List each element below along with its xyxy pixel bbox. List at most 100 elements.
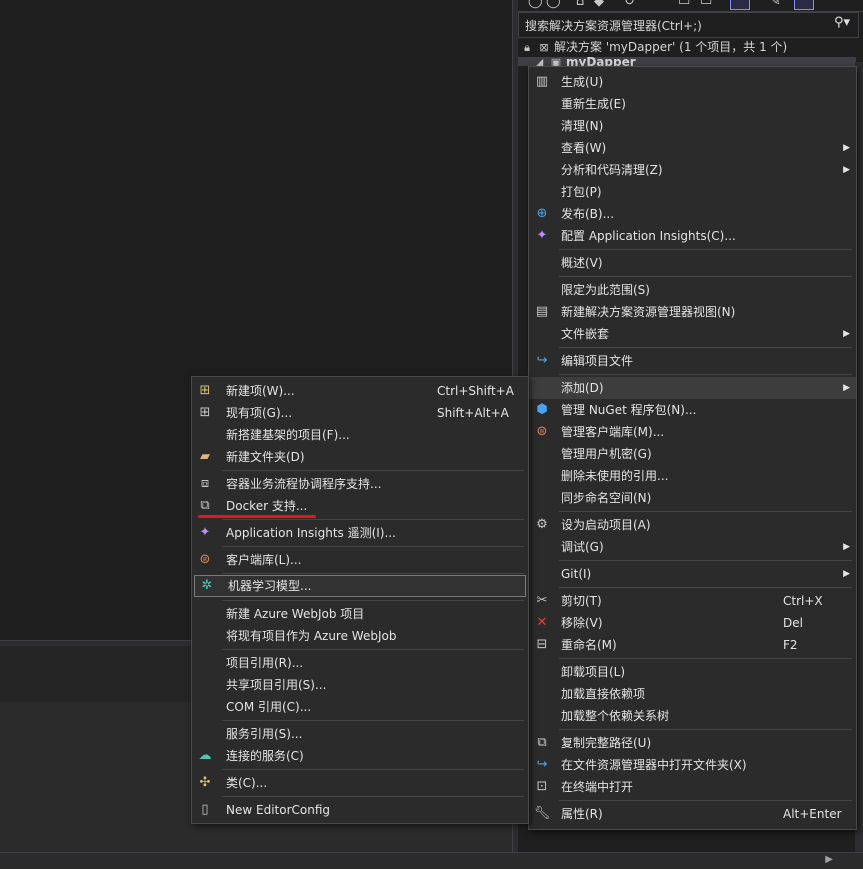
- menu-item-copy-path[interactable]: ⧉ 复制完整路径(U): [529, 732, 856, 754]
- menu-item-project-reference[interactable]: 项目引用(R)...: [192, 652, 528, 674]
- client-library-icon: ⊜: [536, 424, 548, 439]
- search-placeholder: 搜索解决方案资源管理器(Ctrl+;): [525, 19, 702, 33]
- menu-item-new-azure-webjob[interactable]: 新建 Azure WebJob 项目: [192, 603, 528, 625]
- forward-icon[interactable]: ◯: [546, 0, 561, 9]
- menu-item-manage-nuget[interactable]: ⬢ 管理 NuGet 程序包(N)...: [529, 399, 856, 421]
- menu-item-load-dep-tree[interactable]: 加载整个依赖关系树: [529, 705, 856, 727]
- menu-item-load-direct-deps[interactable]: 加载直接依赖项: [529, 683, 856, 705]
- menu-item-shared-project-reference[interactable]: 共享项目引用(S)...: [192, 674, 528, 696]
- new-item-icon: ⊞: [199, 383, 211, 398]
- project-context-menu: ▥ 生成(U) 重新生成(E) 清理(N) 查看(W) ▶ 分析和代码清理(Z) ▶ …: [528, 66, 857, 830]
- tree-item-project[interactable]: ◢ ▣ myDapper: [518, 57, 856, 66]
- scroll-right-arrow-icon[interactable]: ▶: [825, 854, 833, 865]
- properties-icon[interactable]: ✎: [770, 0, 781, 9]
- menu-item-app-insights-telemetry[interactable]: ✦ Application Insights 遥测(I)...: [192, 522, 528, 544]
- horizontal-scrollbar[interactable]: ▶: [0, 852, 863, 869]
- menu-item-existing-item[interactable]: ⊞ 现有项(G)... Shift+Alt+A: [192, 402, 528, 424]
- menu-item-container-orchestration[interactable]: ⧈ 容器业务流程协调程序支持...: [192, 473, 528, 495]
- menu-item-debug[interactable]: 调试(G) ▶: [529, 536, 856, 558]
- gear-icon: ⚙: [536, 517, 548, 532]
- home-icon[interactable]: ⌂: [576, 0, 584, 9]
- docker-icon: ⧉: [200, 498, 210, 513]
- terminal-icon: ⊡: [536, 779, 548, 794]
- sync-view-icon[interactable]: [730, 0, 750, 10]
- menu-item-open-in-explorer[interactable]: ↪ 在文件资源管理器中打开文件夹(X): [529, 754, 856, 776]
- show-files-icon[interactable]: ▭: [700, 0, 712, 9]
- menu-item-properties[interactable]: 🔧︎ 属性(R) Alt+Enter: [529, 803, 856, 825]
- menu-item-set-startup[interactable]: ⚙ 设为启动项目(A): [529, 514, 856, 536]
- menu-item-scope[interactable]: 限定为此范围(S): [529, 279, 856, 301]
- menu-separator: [559, 374, 852, 375]
- menu-separator: [559, 560, 852, 561]
- expand-arrow-icon[interactable]: ◢: [532, 57, 546, 66]
- menu-separator: [222, 470, 524, 471]
- menu-separator: [222, 600, 524, 601]
- menu-item-view[interactable]: 查看(W) ▶: [529, 137, 856, 159]
- menu-separator: [222, 720, 524, 721]
- menu-item-unload-project[interactable]: 卸载项目(L): [529, 661, 856, 683]
- menu-item-cut[interactable]: ✂ 剪切(T) Ctrl+X: [529, 590, 856, 612]
- menu-item-manage-client-libs[interactable]: ⊜ 管理客户端库(M)...: [529, 421, 856, 443]
- menu-item-open-in-terminal[interactable]: ⊡ 在终端中打开: [529, 776, 856, 798]
- submenu-arrow-icon: ▶: [843, 329, 850, 339]
- solution-explorer-toolbar: ◯ ◯ ⌂ ◆ ↻ ▭ ▭ ✎: [518, 0, 863, 12]
- refresh-icon[interactable]: ↻: [624, 0, 635, 9]
- menu-item-new-view[interactable]: ▤ 新建解决方案资源管理器视图(N): [529, 301, 856, 323]
- menu-item-user-secrets[interactable]: 管理用户机密(G): [529, 443, 856, 465]
- menu-item-analyze[interactable]: 分析和代码清理(Z) ▶: [529, 159, 856, 181]
- tree-item-solution[interactable]: 🔒︎ ⊠ 解决方案 'myDapper' (1 个项目，共 1 个): [518, 37, 856, 57]
- vs-icon[interactable]: ◆: [594, 0, 604, 9]
- menu-item-rename[interactable]: ⊟ 重命名(M) F2: [529, 634, 856, 656]
- menu-item-add[interactable]: 添加(D) ▶: [529, 377, 856, 399]
- menu-item-remove[interactable]: ✕ 移除(V) Del: [529, 612, 856, 634]
- menu-separator: [222, 769, 524, 770]
- menu-item-new-item[interactable]: ⊞ 新建项(W)... Ctrl+Shift+A: [192, 380, 528, 402]
- menu-item-file-nesting[interactable]: 文件嵌套 ▶: [529, 323, 856, 345]
- menu-item-pack[interactable]: 打包(P): [529, 181, 856, 203]
- menu-separator: [222, 649, 524, 650]
- menu-separator: [559, 347, 852, 348]
- search-icon[interactable]: ⚲▾: [834, 15, 850, 30]
- menu-item-client-library[interactable]: ⊜ 客户端库(L)...: [192, 549, 528, 571]
- redo-arrow-icon: ↪: [536, 353, 548, 368]
- menu-separator: [559, 511, 852, 512]
- menu-item-new-editorconfig[interactable]: ▯ New EditorConfig: [192, 799, 528, 821]
- project-label: myDapper: [566, 57, 636, 66]
- menu-item-publish[interactable]: ⊕ 发布(B)...: [529, 203, 856, 225]
- menu-item-sync-namespaces[interactable]: 同步命名空间(N): [529, 487, 856, 509]
- submenu-arrow-icon: ▶: [843, 542, 850, 552]
- class-icon: ✣: [199, 775, 211, 790]
- new-folder-icon: ▰: [200, 449, 210, 464]
- menu-item-overview[interactable]: 概述(V): [529, 252, 856, 274]
- menu-item-git[interactable]: Git(I) ▶: [529, 563, 856, 585]
- menu-item-rebuild[interactable]: 重新生成(E): [529, 93, 856, 115]
- submenu-arrow-icon: ▶: [843, 383, 850, 393]
- menu-item-ml-model[interactable]: ✲ 机器学习模型...: [194, 575, 526, 597]
- menu-separator: [559, 276, 852, 277]
- preview-icon[interactable]: [794, 0, 814, 10]
- menu-item-docker-support[interactable]: ⧉ Docker 支持...: [192, 495, 528, 517]
- menu-separator: [222, 519, 524, 520]
- wrench-icon: 🔧︎: [533, 806, 551, 821]
- menu-item-class[interactable]: ✣ 类(C)...: [192, 772, 528, 794]
- menu-item-connected-service[interactable]: ☁ 连接的服务(C): [192, 745, 528, 767]
- menu-separator: [222, 546, 524, 547]
- menu-item-existing-as-webjob[interactable]: 将现有项目作为 Azure WebJob: [192, 625, 528, 647]
- menu-item-remove-unused-refs[interactable]: 删除未使用的引用...: [529, 465, 856, 487]
- back-icon[interactable]: ◯: [528, 0, 543, 9]
- menu-item-build[interactable]: ▥ 生成(U): [529, 71, 856, 93]
- menu-item-edit-project[interactable]: ↪ 编辑项目文件: [529, 350, 856, 372]
- menu-item-configure-insights[interactable]: ✦ 配置 Application Insights(C)...: [529, 225, 856, 247]
- collapse-all-icon[interactable]: ▭: [678, 0, 690, 9]
- menu-item-service-reference[interactable]: 服务引用(S)...: [192, 723, 528, 745]
- menu-separator: [222, 573, 524, 574]
- menu-item-clean[interactable]: 清理(N): [529, 115, 856, 137]
- solution-explorer-search[interactable]: 搜索解决方案资源管理器(Ctrl+;) ⚲▾: [518, 12, 859, 38]
- menu-item-scaffolded-item[interactable]: 新搭建基架的项目(F)...: [192, 424, 528, 446]
- scissors-icon: ✂: [536, 593, 548, 608]
- menu-item-new-folder[interactable]: ▰ 新建文件夹(D): [192, 446, 528, 468]
- menu-separator: [222, 796, 524, 797]
- menu-item-com-reference[interactable]: COM 引用(C)...: [192, 696, 528, 718]
- globe-publish-icon: ⊕: [536, 206, 548, 221]
- lock-icon: 🔒︎: [524, 41, 530, 54]
